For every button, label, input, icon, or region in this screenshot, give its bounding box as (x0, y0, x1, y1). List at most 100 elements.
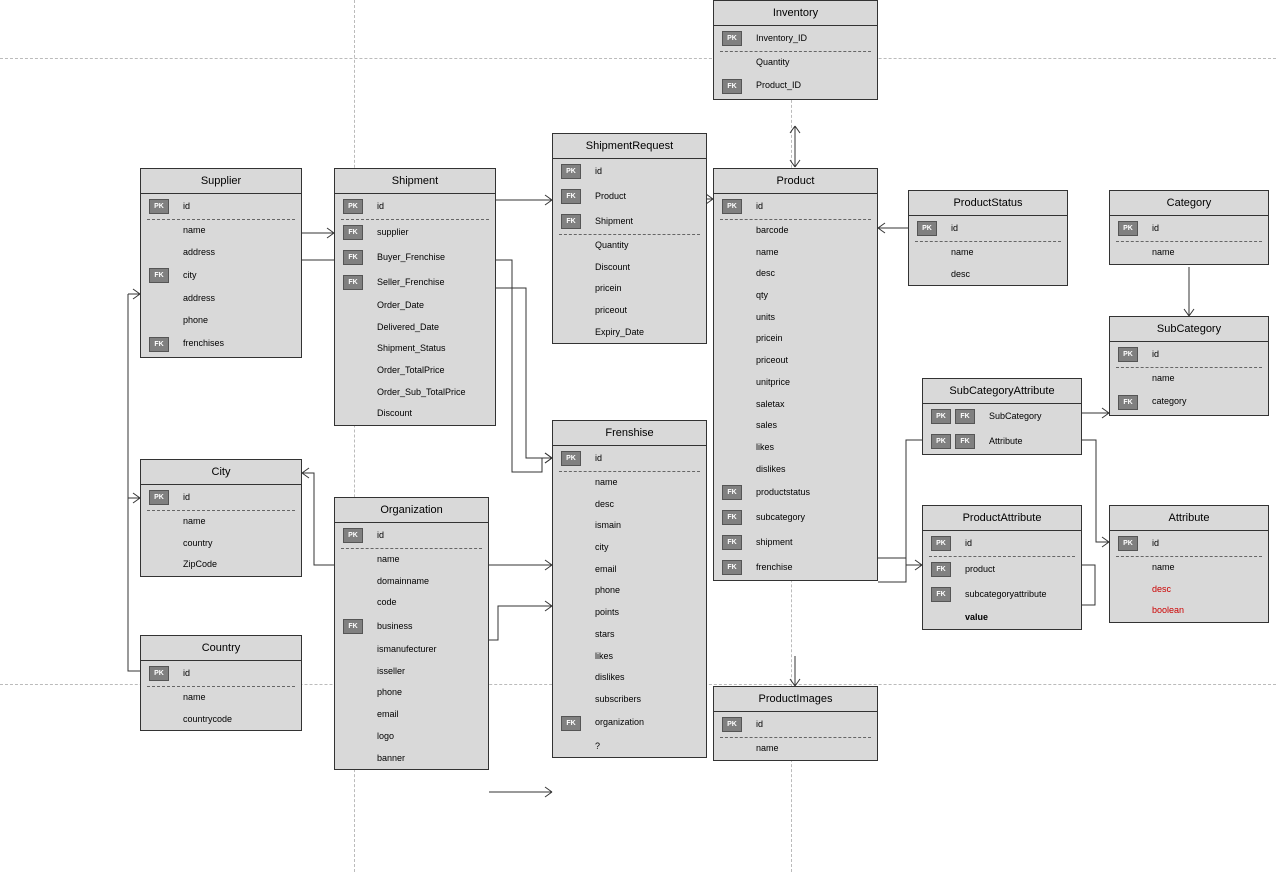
attribute-row[interactable]: PKid (909, 216, 1067, 241)
attribute-row[interactable]: Order_Sub_TotalPrice (335, 382, 495, 404)
attribute-row[interactable]: FKproduct (923, 557, 1081, 582)
attribute-row[interactable]: FKcategory (1110, 390, 1268, 415)
attribute-row[interactable]: Discount (335, 403, 495, 425)
entity-shipmentrequest[interactable]: ShipmentRequestPKidFKProductFKShipmentQu… (552, 133, 707, 344)
attribute-row[interactable]: desc (553, 494, 706, 516)
attribute-row[interactable]: ismain (553, 515, 706, 537)
attribute-row[interactable]: FKShipment (553, 209, 706, 234)
attribute-row[interactable]: countrycode (141, 709, 301, 731)
attribute-row[interactable]: pricein (714, 328, 877, 350)
attribute-row[interactable]: banner (335, 748, 488, 770)
attribute-row[interactable]: logo (335, 726, 488, 748)
attribute-row[interactable]: Discount (553, 257, 706, 279)
attribute-row[interactable]: PKid (335, 523, 488, 548)
attribute-row[interactable]: name (141, 220, 301, 242)
attribute-row[interactable]: barcode (714, 220, 877, 242)
attribute-row[interactable]: units (714, 307, 877, 329)
entity-productimages[interactable]: ProductImagesPKidname (713, 686, 878, 761)
attribute-row[interactable]: domainname (335, 571, 488, 593)
attribute-row[interactable]: ? (553, 736, 706, 758)
attribute-row[interactable]: points (553, 602, 706, 624)
attribute-row[interactable]: PKid (335, 194, 495, 219)
attribute-row[interactable]: PKid (1110, 342, 1268, 367)
attribute-row[interactable]: priceout (714, 350, 877, 372)
attribute-row[interactable]: Order_Date (335, 295, 495, 317)
attribute-row[interactable]: FKfrenchise (714, 555, 877, 580)
attribute-row[interactable]: address (141, 288, 301, 310)
attribute-row[interactable]: name (1110, 368, 1268, 390)
attribute-row[interactable]: PKid (923, 531, 1081, 556)
attribute-row[interactable]: Quantity (553, 235, 706, 257)
attribute-row[interactable]: name (335, 549, 488, 571)
entity-category[interactable]: CategoryPKidname (1109, 190, 1269, 265)
attribute-row[interactable]: PKid (1110, 216, 1268, 241)
entity-supplier[interactable]: SupplierPKidnameaddressFKcityaddressphon… (140, 168, 302, 358)
attribute-row[interactable]: qty (714, 285, 877, 307)
er-diagram-canvas[interactable]: InventoryPKInventory_IDQuantityFKProduct… (0, 0, 1276, 872)
entity-country[interactable]: CountryPKidnamecountrycode (140, 635, 302, 731)
attribute-row[interactable]: desc (909, 264, 1067, 286)
attribute-row[interactable]: pricein (553, 278, 706, 300)
attribute-row[interactable]: name (714, 242, 877, 264)
attribute-row[interactable]: FKbusiness (335, 614, 488, 639)
attribute-row[interactable]: priceout (553, 300, 706, 322)
attribute-row[interactable]: PKid (141, 485, 301, 510)
entity-city[interactable]: CityPKidnamecountryZipCode (140, 459, 302, 577)
attribute-row[interactable]: name (1110, 242, 1268, 264)
attribute-row[interactable]: value (923, 607, 1081, 629)
attribute-row[interactable]: address (141, 242, 301, 264)
attribute-row[interactable]: PKid (1110, 531, 1268, 556)
entity-product[interactable]: ProductPKidbarcodenamedescqtyunitspricei… (713, 168, 878, 581)
attribute-row[interactable]: FKBuyer_Frenchise (335, 245, 495, 270)
attribute-row[interactable]: PKid (553, 446, 706, 471)
attribute-row[interactable]: name (553, 472, 706, 494)
attribute-row[interactable]: FKProduct (553, 184, 706, 209)
entity-subcategory[interactable]: SubCategoryPKidnameFKcategory (1109, 316, 1269, 416)
attribute-row[interactable]: sales (714, 415, 877, 437)
attribute-row[interactable]: code (335, 592, 488, 614)
attribute-row[interactable]: likes (553, 646, 706, 668)
attribute-row[interactable]: PKid (141, 661, 301, 686)
attribute-row[interactable]: PKFKSubCategory (923, 404, 1081, 429)
attribute-row[interactable]: phone (553, 580, 706, 602)
attribute-row[interactable]: phone (141, 310, 301, 332)
attribute-row[interactable]: city (553, 537, 706, 559)
entity-subcategoryattribute[interactable]: SubCategoryAttributePKFKSubCategoryPKFKA… (922, 378, 1082, 455)
attribute-row[interactable]: name (1110, 557, 1268, 579)
attribute-row[interactable]: PKid (141, 194, 301, 219)
attribute-row[interactable]: stars (553, 624, 706, 646)
attribute-row[interactable]: desc (1110, 579, 1268, 601)
attribute-row[interactable]: FKcity (141, 263, 301, 288)
attribute-row[interactable]: FKSeller_Frenchise (335, 270, 495, 295)
attribute-row[interactable]: likes (714, 437, 877, 459)
attribute-row[interactable]: name (909, 242, 1067, 264)
attribute-row[interactable]: boolean (1110, 600, 1268, 622)
attribute-row[interactable]: name (141, 687, 301, 709)
entity-productattribute[interactable]: ProductAttributePKidFKproductFKsubcatego… (922, 505, 1082, 630)
attribute-row[interactable]: PKid (553, 159, 706, 184)
attribute-row[interactable]: FKshipment (714, 530, 877, 555)
attribute-row[interactable]: Expiry_Date (553, 322, 706, 344)
attribute-row[interactable]: name (141, 511, 301, 533)
attribute-row[interactable]: name (714, 738, 877, 760)
attribute-row[interactable]: subscribers (553, 689, 706, 711)
attribute-row[interactable]: ismanufecturer (335, 639, 488, 661)
entity-shipment[interactable]: ShipmentPKidFKsupplierFKBuyer_FrenchiseF… (334, 168, 496, 426)
attribute-row[interactable]: Delivered_Date (335, 317, 495, 339)
attribute-row[interactable]: ZipCode (141, 554, 301, 576)
attribute-row[interactable]: saletax (714, 394, 877, 416)
attribute-row[interactable]: PKInventory_ID (714, 26, 877, 51)
attribute-row[interactable]: isseller (335, 661, 488, 683)
entity-inventory[interactable]: InventoryPKInventory_IDQuantityFKProduct… (713, 0, 878, 100)
attribute-row[interactable]: FKsubcategory (714, 505, 877, 530)
attribute-row[interactable]: FKproductstatus (714, 480, 877, 505)
entity-frenshise[interactable]: FrenshisePKidnamedescismaincityemailphon… (552, 420, 707, 758)
attribute-row[interactable]: email (335, 704, 488, 726)
attribute-row[interactable]: FKorganization (553, 711, 706, 736)
attribute-row[interactable]: country (141, 533, 301, 555)
attribute-row[interactable]: dislikes (553, 667, 706, 689)
entity-productstatus[interactable]: ProductStatusPKidnamedesc (908, 190, 1068, 286)
attribute-row[interactable]: PKid (714, 194, 877, 219)
attribute-row[interactable]: Shipment_Status (335, 338, 495, 360)
attribute-row[interactable]: FKProduct_ID (714, 74, 877, 99)
